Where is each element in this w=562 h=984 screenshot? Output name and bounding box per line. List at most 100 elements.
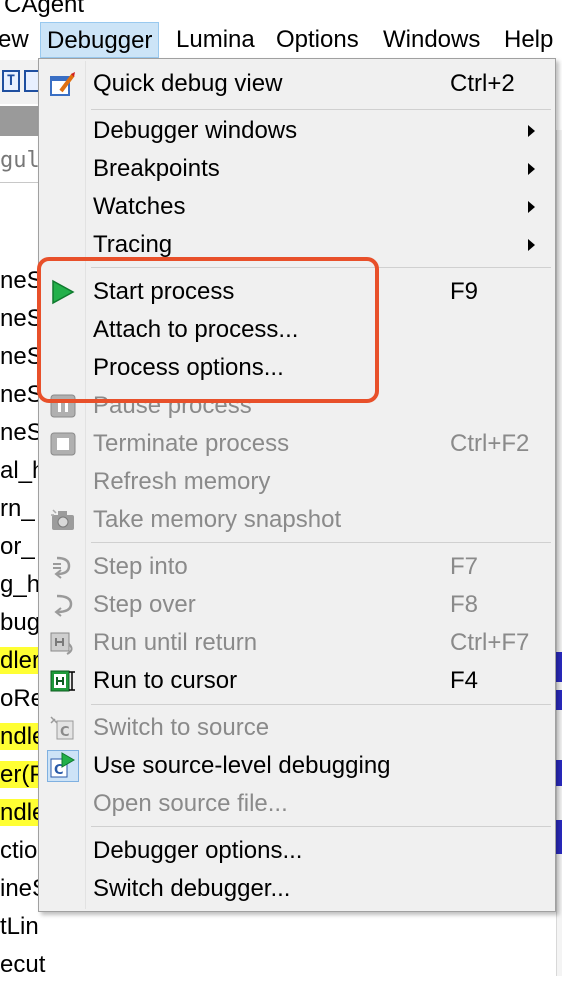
marker bbox=[556, 820, 562, 854]
submenu-arrow-icon bbox=[528, 239, 535, 251]
code-line[interactable]: bug bbox=[0, 604, 40, 642]
submenu-arrow-icon bbox=[528, 163, 535, 175]
pause-icon bbox=[49, 393, 77, 419]
search-field-text: gula bbox=[0, 148, 40, 173]
menu-item-label: Switch debugger... bbox=[93, 875, 291, 902]
menu-item-label: Use source-level debugging bbox=[93, 752, 391, 779]
window-title: CAgent bbox=[4, 0, 85, 18]
menu-item-shortcut: Ctrl+2 bbox=[450, 70, 515, 97]
search-field-fragment[interactable]: gula bbox=[0, 138, 40, 183]
code-line[interactable]: or_ bbox=[0, 528, 35, 566]
menu-separator bbox=[91, 267, 551, 268]
menu-item-label: Open source file... bbox=[93, 790, 288, 817]
run-to-cursor-icon bbox=[49, 668, 77, 694]
menu-item-label: Step over bbox=[93, 591, 196, 618]
toolbar-doc-icon[interactable] bbox=[24, 70, 38, 92]
step-over-icon bbox=[49, 592, 77, 618]
menu-item-take-memory-snapshot[interactable]: Take memory snapshot bbox=[39, 501, 555, 539]
menu-item-shortcut: Ctrl+F7 bbox=[450, 629, 530, 656]
menu-item-start-process[interactable]: Start process F9 bbox=[39, 273, 555, 311]
menu-item-switch-debugger[interactable]: Switch debugger... bbox=[39, 870, 555, 908]
play-icon bbox=[49, 279, 77, 305]
code-line[interactable]: neS bbox=[0, 376, 43, 414]
code-line[interactable]: tLin bbox=[0, 908, 39, 946]
menu-item-run-to-cursor[interactable]: Run to cursor F4 bbox=[39, 662, 555, 700]
menu-separator bbox=[91, 542, 551, 543]
menubar-item-view[interactable]: ew bbox=[0, 22, 35, 58]
menu-item-shortcut: F8 bbox=[450, 591, 479, 618]
code-line[interactable]: ecut bbox=[0, 946, 45, 984]
marker bbox=[556, 690, 562, 710]
switch-source-icon: C bbox=[49, 715, 77, 741]
menu-item-quick-debug-view[interactable]: Quick debug view Ctrl+2 bbox=[39, 65, 555, 103]
menu-item-label: Watches bbox=[93, 193, 186, 220]
menubar-item-debugger[interactable]: Debugger bbox=[40, 22, 160, 58]
step-into-icon bbox=[49, 554, 77, 580]
menu-item-label: Attach to process... bbox=[93, 316, 299, 343]
menu-item-pause-process[interactable]: Pause process bbox=[39, 387, 555, 425]
menu-item-step-into[interactable]: Step into F7 bbox=[39, 548, 555, 586]
menu-item-label: Process options... bbox=[93, 354, 284, 381]
menu-item-attach-to-process[interactable]: Attach to process... bbox=[39, 311, 555, 349]
run-until-return-icon bbox=[49, 630, 77, 656]
debugger-menu: Quick debug view Ctrl+2 Debugger windows… bbox=[38, 58, 556, 912]
menu-item-label: Start process bbox=[93, 278, 235, 305]
source-debug-icon: C bbox=[47, 750, 79, 782]
menu-item-use-source-level-debugging[interactable]: C Use source-level debugging bbox=[39, 747, 555, 785]
menu-item-label: Terminate process bbox=[93, 430, 290, 457]
menu-item-label: Pause process bbox=[93, 392, 252, 419]
submenu-arrow-icon bbox=[528, 125, 535, 137]
code-line[interactable]: ctio bbox=[0, 832, 37, 870]
quick-debug-view-icon bbox=[49, 71, 77, 97]
menu-item-label: Tracing bbox=[93, 231, 173, 258]
svg-text:C: C bbox=[60, 725, 70, 740]
menu-item-label: Debugger windows bbox=[93, 117, 298, 144]
menu-item-shortcut: F7 bbox=[450, 553, 479, 580]
menu-item-label: Breakpoints bbox=[93, 155, 220, 182]
code-line[interactable]: neS bbox=[0, 414, 43, 452]
menubar-item-windows[interactable]: Windows bbox=[377, 22, 486, 58]
marker bbox=[556, 652, 562, 682]
menu-item-run-until-return[interactable]: Run until return Ctrl+F7 bbox=[39, 624, 555, 662]
window-title-bar: CAgent bbox=[0, 0, 562, 20]
menu-item-label: Take memory snapshot bbox=[93, 506, 342, 533]
menu-item-terminate-process[interactable]: Terminate process Ctrl+F2 bbox=[39, 425, 555, 463]
menu-item-label: Run until return bbox=[93, 629, 258, 656]
menu-item-refresh-memory[interactable]: Refresh memory bbox=[39, 463, 555, 501]
menubar-item-options[interactable]: Options bbox=[270, 22, 365, 58]
menu-item-tracing[interactable]: Tracing bbox=[39, 226, 555, 264]
stop-icon bbox=[49, 431, 77, 457]
menu-item-process-options[interactable]: Process options... bbox=[39, 349, 555, 387]
toolbar: T bbox=[0, 60, 40, 104]
menubar: ew Debugger Lumina Options Windows Help bbox=[0, 20, 562, 60]
menu-separator bbox=[91, 704, 551, 705]
menu-item-debugger-windows[interactable]: Debugger windows bbox=[39, 112, 555, 150]
code-line[interactable]: rn_ bbox=[0, 490, 35, 528]
code-line[interactable]: neS bbox=[0, 262, 43, 300]
code-line[interactable]: neS bbox=[0, 338, 43, 376]
menu-item-label: Quick debug view bbox=[93, 70, 283, 97]
menu-item-label: Step into bbox=[93, 553, 188, 580]
menu-item-shortcut: F9 bbox=[450, 278, 479, 305]
menu-item-step-over[interactable]: Step over F8 bbox=[39, 586, 555, 624]
menu-item-switch-to-source[interactable]: C Switch to source bbox=[39, 709, 555, 747]
menu-separator bbox=[91, 826, 551, 827]
menu-separator bbox=[91, 109, 551, 110]
menu-item-shortcut: Ctrl+F2 bbox=[450, 430, 530, 457]
menu-item-open-source-file[interactable]: Open source file... bbox=[39, 785, 555, 823]
marker bbox=[556, 760, 562, 786]
menu-item-label: Refresh memory bbox=[93, 468, 271, 495]
camera-icon bbox=[49, 507, 77, 533]
toolbar-text-icon[interactable]: T bbox=[2, 70, 20, 92]
code-line[interactable]: dler bbox=[0, 642, 41, 680]
panel-header bbox=[0, 106, 40, 136]
menubar-item-help[interactable]: Help bbox=[498, 22, 559, 58]
menu-item-label: Switch to source bbox=[93, 714, 270, 741]
menu-item-label: Debugger options... bbox=[93, 837, 303, 864]
menu-item-watches[interactable]: Watches bbox=[39, 188, 555, 226]
menu-item-breakpoints[interactable]: Breakpoints bbox=[39, 150, 555, 188]
menubar-item-lumina[interactable]: Lumina bbox=[170, 22, 261, 58]
menu-item-debugger-options[interactable]: Debugger options... bbox=[39, 832, 555, 870]
code-line[interactable]: neS bbox=[0, 300, 43, 338]
menu-item-label: Run to cursor bbox=[93, 667, 238, 694]
